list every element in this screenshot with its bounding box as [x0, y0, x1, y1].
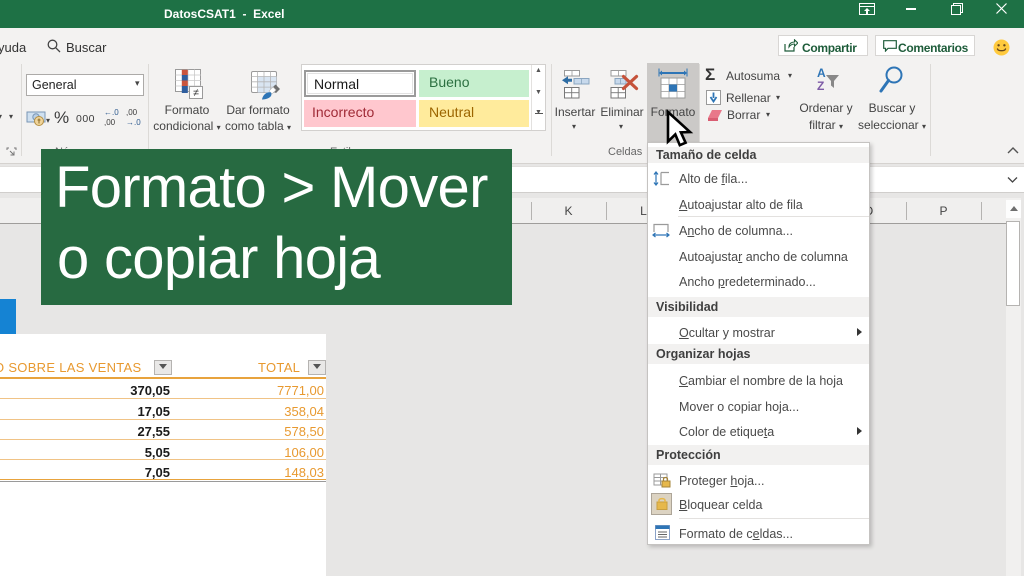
svg-text:≠: ≠: [193, 87, 199, 99]
svg-text:A: A: [817, 66, 826, 80]
svg-text:Z: Z: [817, 79, 824, 93]
